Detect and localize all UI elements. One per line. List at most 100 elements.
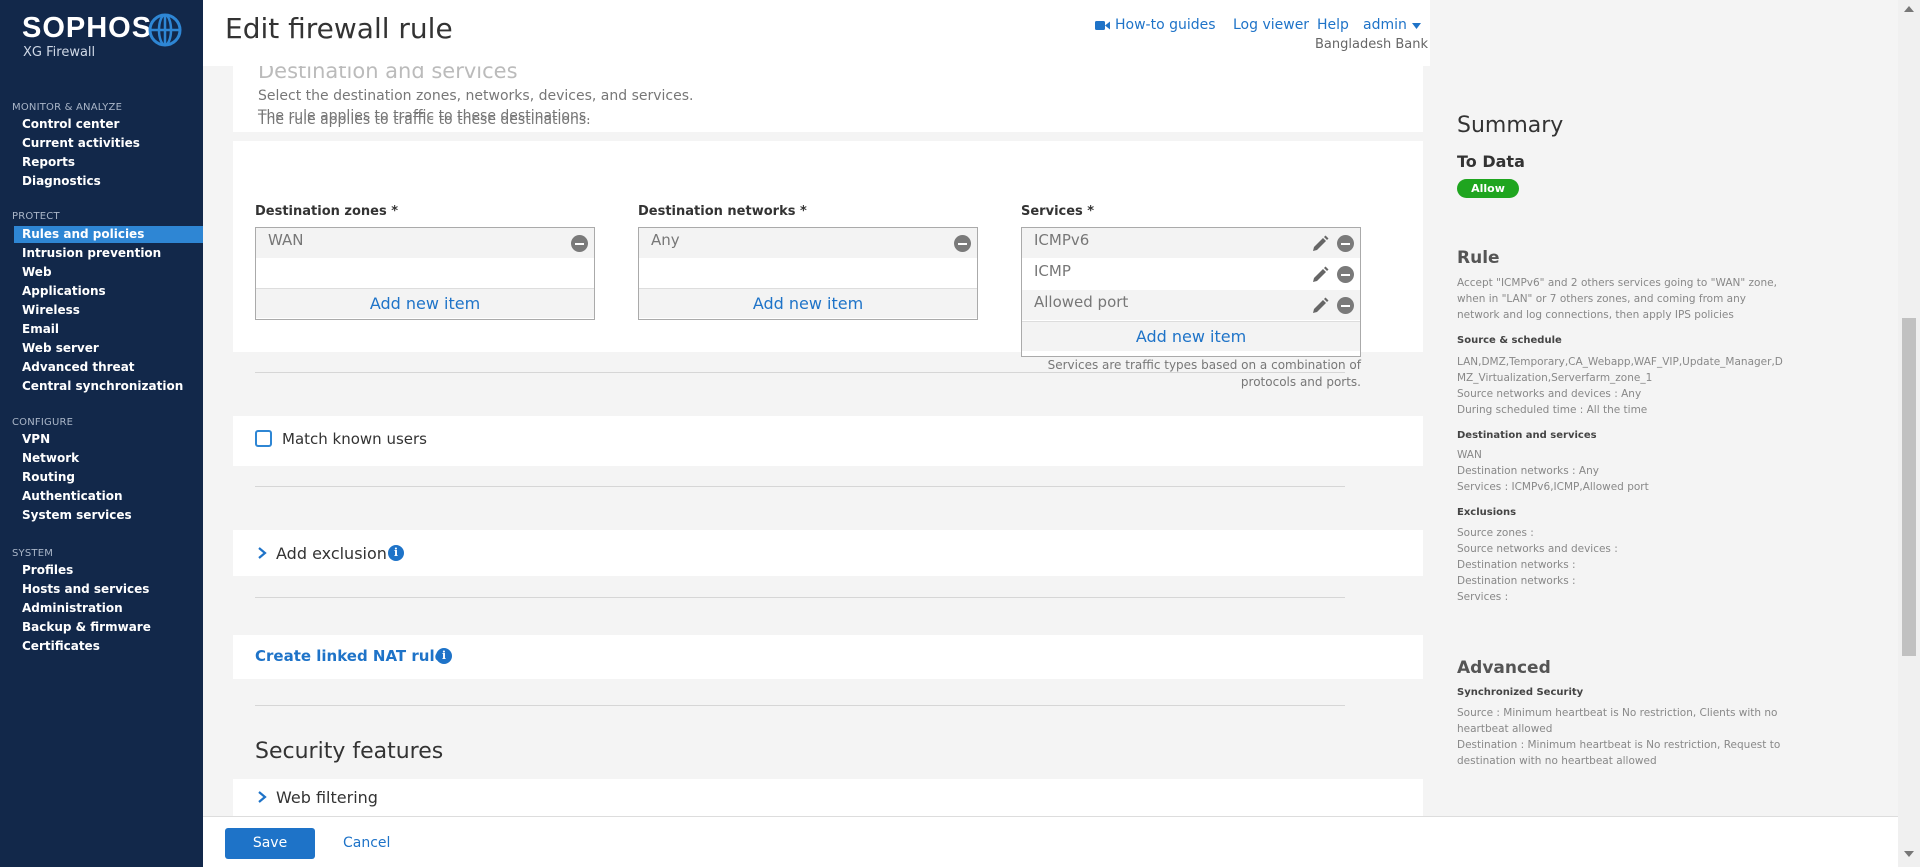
web-filtering-label[interactable]: Web filtering xyxy=(276,788,378,807)
summary-text-line: MZ_Virtualization,Serverfarm_zone_1 xyxy=(1457,372,1653,384)
admin-menu[interactable]: admin xyxy=(1363,17,1407,33)
nav-item-authentication[interactable]: Authentication xyxy=(14,488,203,505)
product-name: XG Firewall xyxy=(23,45,96,60)
nav-item-diagnostics[interactable]: Diagnostics xyxy=(14,173,203,190)
nav-item-system-services[interactable]: System services xyxy=(14,507,203,524)
divider xyxy=(255,597,1345,598)
scrollbar[interactable] xyxy=(1898,0,1920,867)
service-item-label: ICMP xyxy=(1034,262,1071,280)
remove-icon[interactable] xyxy=(1337,266,1354,283)
destination-networks-label: Destination networks * xyxy=(638,204,807,219)
chevron-right-icon[interactable] xyxy=(255,790,269,804)
nav-item-current-activities[interactable]: Current activities xyxy=(14,135,203,152)
chevron-right-icon[interactable] xyxy=(255,546,269,560)
nav-item-web-server[interactable]: Web server xyxy=(14,340,203,357)
add-network-button[interactable]: Add new item xyxy=(639,288,977,318)
summary-sync-heading: Synchronized Security xyxy=(1457,687,1584,698)
add-exclusion-label[interactable]: Add exclusion xyxy=(276,544,387,563)
remove-icon[interactable] xyxy=(1337,297,1354,314)
services-hint-line-2: protocols and ports. xyxy=(1240,375,1361,389)
page-title: Edit firewall rule xyxy=(225,12,453,45)
summary-text-line: when in "LAN" or 7 others zones, and com… xyxy=(1457,293,1746,305)
summary-rule-heading: Rule xyxy=(1457,248,1500,268)
nav-item-routing[interactable]: Routing xyxy=(14,469,203,486)
pencil-icon[interactable] xyxy=(1310,265,1330,285)
services-label: Services * xyxy=(1021,204,1095,219)
action-badge: Allow xyxy=(1457,179,1519,198)
nav-item-administration[interactable]: Administration xyxy=(14,600,203,617)
summary-text-line: Source networks and devices : xyxy=(1457,543,1618,555)
summary-sync-text: Source : Minimum heartbeat is No restric… xyxy=(1457,705,1781,769)
create-linked-nat-rule-link[interactable]: Create linked NAT rule xyxy=(255,647,445,665)
remove-icon[interactable] xyxy=(1337,235,1354,252)
nav-item-profiles[interactable]: Profiles xyxy=(14,562,203,579)
nav-item-web[interactable]: Web xyxy=(14,264,203,281)
zone-item-wan: WAN xyxy=(256,228,594,259)
nav-item-hosts-and-services[interactable]: Hosts and services xyxy=(14,581,203,598)
divider xyxy=(255,486,1345,487)
nav-item-wireless[interactable]: Wireless xyxy=(14,302,203,319)
service-item-icmpv6: ICMPv6 xyxy=(1022,228,1360,259)
empty-row xyxy=(639,259,977,288)
nav-item-vpn[interactable]: VPN xyxy=(14,431,203,448)
remove-icon[interactable] xyxy=(954,235,971,252)
nav-item-rules-and-policies[interactable]: Rules and policies xyxy=(14,226,203,243)
nav-item-intrusion-prevention[interactable]: Intrusion prevention xyxy=(14,245,203,262)
nav-section-monitor: MONITOR & ANALYZE xyxy=(12,102,123,113)
save-button[interactable]: Save xyxy=(225,828,315,859)
destination-fields-card: The rule applies to traffic to these des… xyxy=(233,112,1423,389)
services-list: ICMPv6 ICMP Allowed port Add new item xyxy=(1021,227,1361,357)
form-footer: Save Cancel xyxy=(203,816,1900,867)
logo-wordmark: SOPHOS xyxy=(22,12,153,44)
nav-item-advanced-threat[interactable]: Advanced threat xyxy=(14,359,203,376)
info-icon[interactable]: i xyxy=(388,545,404,561)
nav-item-backup-firmware[interactable]: Backup & firmware xyxy=(14,619,203,636)
summary-dest-heading: Destination and services xyxy=(1457,430,1597,441)
nav-item-central-synchronization[interactable]: Central synchronization xyxy=(14,378,203,395)
summary-title: Summary xyxy=(1457,113,1564,138)
destination-desc-1: Select the destination zones, networks, … xyxy=(258,88,694,104)
summary-panel: Summary To Data Allow Rule Accept "ICMPv… xyxy=(1430,0,1898,816)
summary-text-line: LAN,DMZ,Temporary,CA_Webapp,WAF_VIP,Upda… xyxy=(1457,356,1783,368)
nav-item-email[interactable]: Email xyxy=(14,321,203,338)
pencil-icon[interactable] xyxy=(1310,296,1330,316)
match-users-card: Match known users xyxy=(233,416,1423,466)
scroll-thumb[interactable] xyxy=(1902,318,1916,656)
match-known-users-label: Match known users xyxy=(282,430,427,448)
pencil-icon[interactable] xyxy=(1310,234,1330,254)
caret-down-icon[interactable] xyxy=(1412,23,1421,29)
services-hint: Services are traffic types based on a co… xyxy=(1021,357,1361,391)
nav-item-certificates[interactable]: Certificates xyxy=(14,638,203,655)
how-to-guides-link[interactable]: How-to guides xyxy=(1115,17,1216,33)
top-links: How-to guides Log viewer Help admin xyxy=(1095,17,1430,37)
summary-text-line: Accept "ICMPv6" and 2 others services go… xyxy=(1457,277,1777,289)
nav-item-reports[interactable]: Reports xyxy=(14,154,203,171)
divider xyxy=(255,705,1345,706)
add-zone-button[interactable]: Add new item xyxy=(256,288,594,318)
nat-card: Create linked NAT rule i xyxy=(233,635,1423,679)
sidebar: SOPHOS XG Firewall MONITOR & ANALYZE Con… xyxy=(0,0,203,867)
nav-section-system: SYSTEM xyxy=(12,548,54,559)
sophos-logo[interactable]: SOPHOS XG Firewall xyxy=(22,12,182,60)
match-known-users-checkbox[interactable] xyxy=(255,430,272,447)
summary-text-line: Services : ICMPv6,ICMP,Allowed port xyxy=(1457,481,1649,493)
nav-item-applications[interactable]: Applications xyxy=(14,283,203,300)
remove-icon[interactable] xyxy=(571,235,588,252)
summary-text-line: Destination : Minimum heartbeat is No re… xyxy=(1457,739,1781,751)
summary-exclusions-text: Source zones : Source networks and devic… xyxy=(1457,525,1772,605)
summary-text-line: Services : xyxy=(1457,591,1509,603)
info-icon[interactable]: i xyxy=(436,648,452,664)
service-item-label: ICMPv6 xyxy=(1034,231,1090,249)
scroll-down-icon[interactable] xyxy=(1904,851,1914,857)
destination-zones-label: Destination zones * xyxy=(255,204,399,219)
nav-item-network[interactable]: Network xyxy=(14,450,203,467)
nav-item-control-center[interactable]: Control center xyxy=(14,116,203,133)
help-link[interactable]: Help xyxy=(1317,17,1349,33)
cancel-button[interactable]: Cancel xyxy=(343,835,390,851)
summary-source-text: LAN,DMZ,Temporary,CA_Webapp,WAF_VIP,Upda… xyxy=(1457,354,1783,418)
add-service-button[interactable]: Add new item xyxy=(1022,321,1360,351)
scroll-up-icon[interactable] xyxy=(1904,6,1914,12)
service-item-icmp: ICMP xyxy=(1022,259,1360,290)
summary-source-heading: Source & schedule xyxy=(1457,335,1562,346)
log-viewer-link[interactable]: Log viewer xyxy=(1233,17,1309,33)
